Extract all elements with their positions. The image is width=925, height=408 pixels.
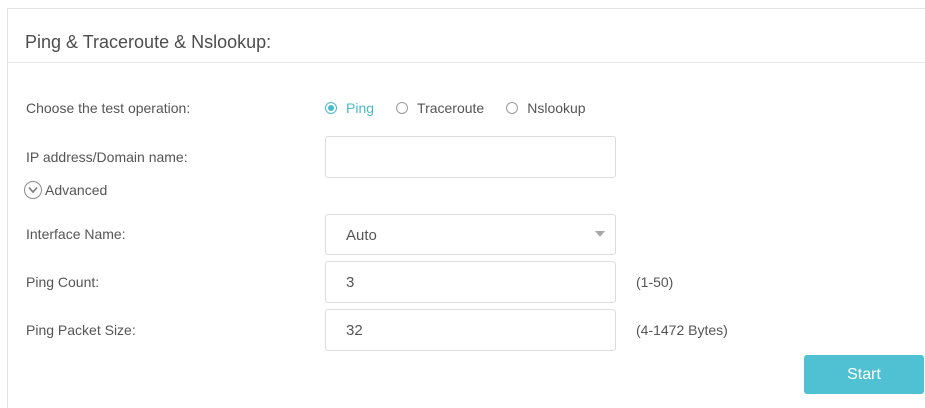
section-divider <box>8 62 925 63</box>
radio-ping[interactable]: Ping <box>325 100 374 116</box>
test-operation-radio-group: Ping Traceroute Nslookup <box>325 99 608 117</box>
advanced-toggle[interactable]: Advanced <box>24 181 107 199</box>
ip-address-label: IP address/Domain name: <box>26 149 188 165</box>
interface-name-select[interactable]: Auto <box>325 214 616 255</box>
ping-count-hint: (1-50) <box>636 274 674 290</box>
radio-circle-icon <box>396 102 409 114</box>
ping-packet-size-input[interactable] <box>325 309 616 351</box>
ping-packet-size-hint: (4-1472 Bytes) <box>636 322 728 338</box>
radio-nslookup-label: Nslookup <box>527 100 586 116</box>
radio-traceroute[interactable]: Traceroute <box>396 100 484 116</box>
radio-traceroute-label: Traceroute <box>417 100 485 116</box>
ping-count-input[interactable] <box>325 261 616 303</box>
ping-packet-size-label: Ping Packet Size: <box>26 322 136 338</box>
ip-address-input[interactable] <box>325 136 616 178</box>
interface-name-label: Interface Name: <box>26 226 126 242</box>
radio-nslookup[interactable]: Nslookup <box>506 100 586 116</box>
test-operation-label: Choose the test operation: <box>26 100 191 116</box>
start-button[interactable]: Start <box>804 355 924 394</box>
radio-circle-icon <box>506 102 519 114</box>
dropdown-caret-icon <box>595 231 605 237</box>
ping-count-label: Ping Count: <box>26 274 100 290</box>
advanced-label: Advanced <box>45 182 108 198</box>
chevron-down-circle-icon <box>24 181 42 199</box>
section-title: Ping & Traceroute & Nslookup: <box>25 32 272 52</box>
radio-circle-icon <box>325 102 337 114</box>
radio-ping-label: Ping <box>346 100 375 116</box>
interface-name-value: Auto <box>346 227 377 244</box>
